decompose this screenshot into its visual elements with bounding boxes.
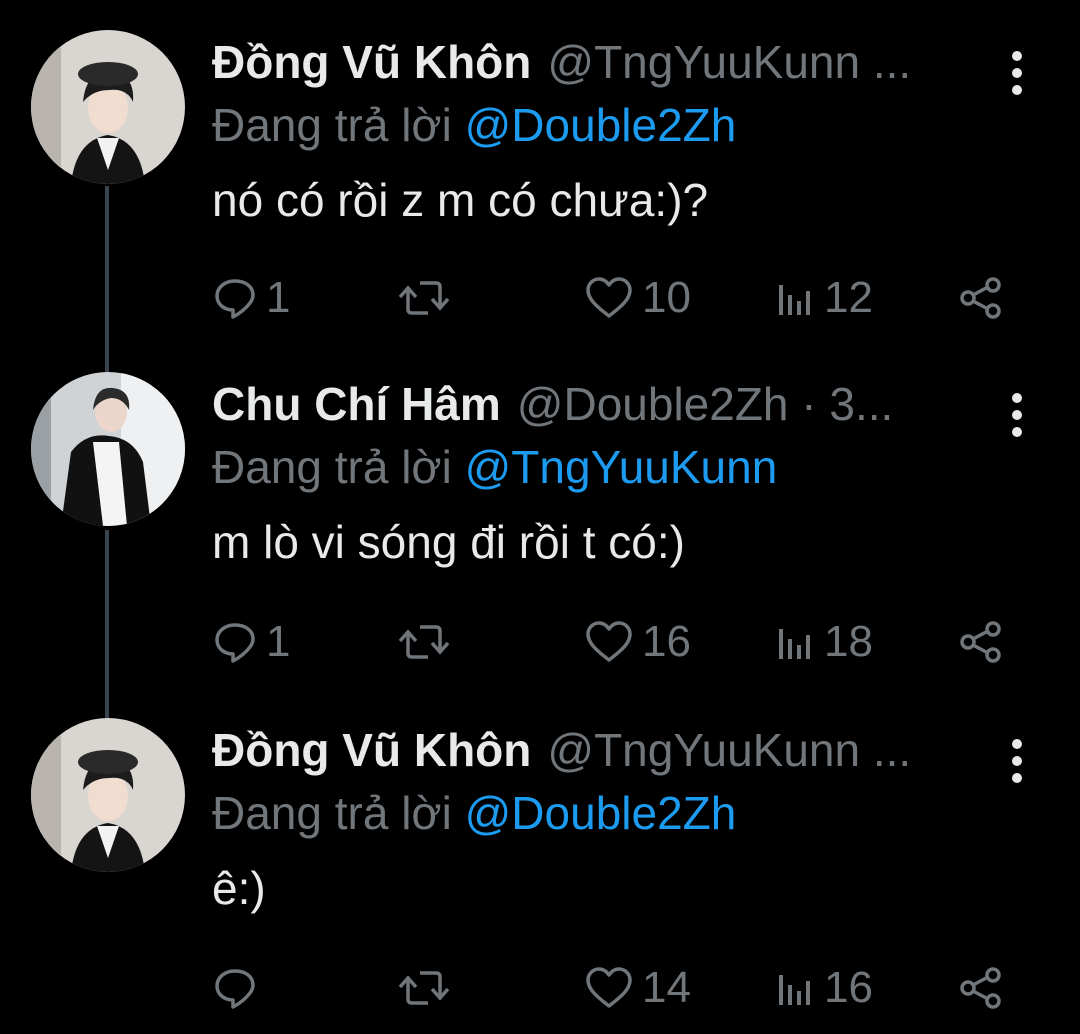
reply-count: 1 [266, 273, 291, 322]
like-count: 14 [642, 963, 691, 1012]
tweet-text: ê:) [212, 862, 266, 914]
views-bar-icon [776, 619, 816, 665]
replying-to: Đang trả lời @Double2Zh [212, 94, 1020, 156]
avatar[interactable] [31, 718, 185, 872]
tweet-text: m lò vi sóng đi rồi t có:) [212, 516, 685, 568]
retweet-button[interactable] [398, 268, 458, 328]
views-button[interactable]: 16 [776, 958, 873, 1018]
comment-icon [212, 619, 258, 665]
like-count: 10 [642, 273, 691, 322]
replying-to: Đang trả lời @TngYuuKunn [212, 436, 1020, 498]
views-count: 12 [824, 273, 873, 322]
avatar[interactable] [31, 372, 185, 526]
tweet-header: Đồng Vũ Khôn @TngYuuKunn ... [212, 718, 1020, 782]
display-name[interactable]: Chu Chí Hâm [212, 372, 501, 436]
retweet-button[interactable] [398, 612, 458, 672]
tweet-actions: 1 16 18 [212, 612, 1022, 672]
views-button[interactable]: 18 [776, 612, 873, 672]
reply-button[interactable]: 1 [212, 268, 290, 328]
display-name[interactable]: Đồng Vũ Khôn [212, 30, 531, 94]
tweet-actions: 14 16 [212, 958, 1022, 1018]
handle-and-time[interactable]: @TngYuuKunn ... [547, 30, 1020, 94]
retweet-icon [398, 965, 450, 1011]
heart-icon [584, 619, 634, 665]
replying-to: Đang trả lời @Double2Zh [212, 782, 1020, 844]
share-icon [958, 965, 1004, 1011]
more-vertical-icon[interactable] [1002, 48, 1032, 98]
comment-icon [212, 965, 258, 1011]
views-bar-icon [776, 965, 816, 1011]
mention-link[interactable]: @Double2Zh [465, 99, 737, 151]
tweet[interactable]: Chu Chí Hâm @Double2Zh · 3... Đang trả l… [0, 372, 1080, 692]
display-name[interactable]: Đồng Vũ Khôn [212, 718, 531, 782]
tweet-header: Đồng Vũ Khôn @TngYuuKunn ... [212, 30, 1020, 94]
views-count: 16 [824, 963, 873, 1012]
more-vertical-icon[interactable] [1002, 736, 1032, 786]
retweet-icon [398, 619, 450, 665]
share-button[interactable] [958, 612, 1004, 672]
mention-link[interactable]: @TngYuuKunn [465, 441, 778, 493]
tweet[interactable]: Đồng Vũ Khôn @TngYuuKunn ... Đang trả lờ… [0, 30, 1080, 350]
handle-and-time[interactable]: @Double2Zh · 3... [517, 372, 1020, 436]
views-count: 18 [824, 617, 873, 666]
replying-prefix: Đang trả lời [212, 787, 452, 839]
comment-icon [212, 275, 258, 321]
replying-prefix: Đang trả lời [212, 441, 452, 493]
tweet-header: Chu Chí Hâm @Double2Zh · 3... [212, 372, 1020, 436]
replying-prefix: Đang trả lời [212, 99, 452, 151]
share-icon [958, 619, 1004, 665]
more-vertical-icon[interactable] [1002, 390, 1032, 440]
share-button[interactable] [958, 958, 1004, 1018]
avatar[interactable] [31, 30, 185, 184]
handle-and-time[interactable]: @TngYuuKunn ... [547, 718, 1020, 782]
heart-icon [584, 275, 634, 321]
tweet-actions: 1 10 12 [212, 268, 1022, 328]
share-icon [958, 275, 1004, 321]
retweet-button[interactable] [398, 958, 458, 1018]
reply-count: 1 [266, 617, 291, 666]
like-button[interactable]: 10 [584, 268, 691, 328]
tweet-text: nó có rồi z m có chưa:)? [212, 174, 709, 226]
views-button[interactable]: 12 [776, 268, 873, 328]
tweet[interactable]: Đồng Vũ Khôn @TngYuuKunn ... Đang trả lờ… [0, 718, 1080, 1028]
like-count: 16 [642, 617, 691, 666]
views-bar-icon [776, 275, 816, 321]
reply-button[interactable] [212, 958, 266, 1018]
mention-link[interactable]: @Double2Zh [465, 787, 737, 839]
conversation-thread: Đồng Vũ Khôn @TngYuuKunn ... Đang trả lờ… [0, 0, 1080, 1034]
heart-icon [584, 965, 634, 1011]
share-button[interactable] [958, 268, 1004, 328]
retweet-icon [398, 275, 450, 321]
reply-button[interactable]: 1 [212, 612, 290, 672]
like-button[interactable]: 16 [584, 612, 691, 672]
like-button[interactable]: 14 [584, 958, 691, 1018]
